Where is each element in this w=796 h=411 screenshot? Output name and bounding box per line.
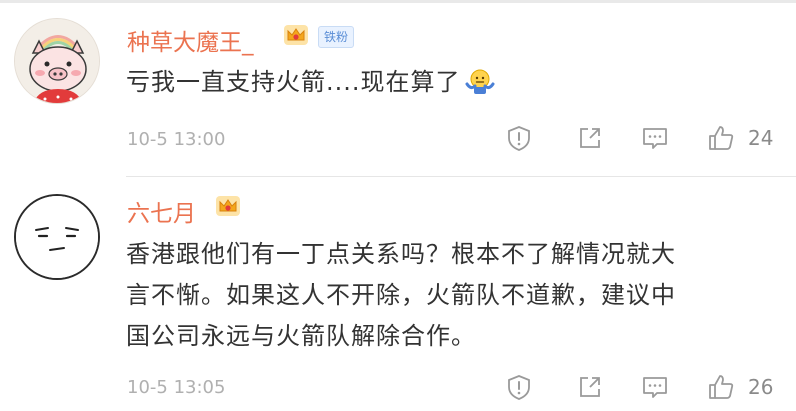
username[interactable]: 六七月 — [127, 194, 196, 228]
face-avatar-image — [16, 196, 98, 278]
like-count: 26 — [748, 375, 774, 399]
vip-crown-icon — [216, 196, 240, 216]
forward-icon[interactable] — [576, 373, 604, 401]
like-icon[interactable] — [707, 373, 735, 401]
avatar[interactable] — [14, 194, 100, 280]
comment-item: 六七月 香港跟他们有一丁点关系吗？根本不了解情况就大 言不惭。如果这人不开除，火… — [0, 0, 796, 411]
comment-text: 香港跟他们有一丁点关系吗？根本不了解情况就大 言不惭。如果这人不开除，火箭队不道… — [126, 234, 774, 357]
comment-text-line: 国公司永远与火箭队解除合作。 — [126, 322, 476, 350]
comment-icon[interactable] — [641, 373, 669, 401]
comment-text-line: 香港跟他们有一丁点关系吗？根本不了解情况就大 — [126, 240, 676, 268]
timestamp: 10-5 13:05 — [127, 377, 226, 398]
report-icon[interactable] — [505, 373, 533, 401]
comment-text-line: 言不惭。如果这人不开除，火箭队不道歉，建议中 — [126, 281, 676, 309]
